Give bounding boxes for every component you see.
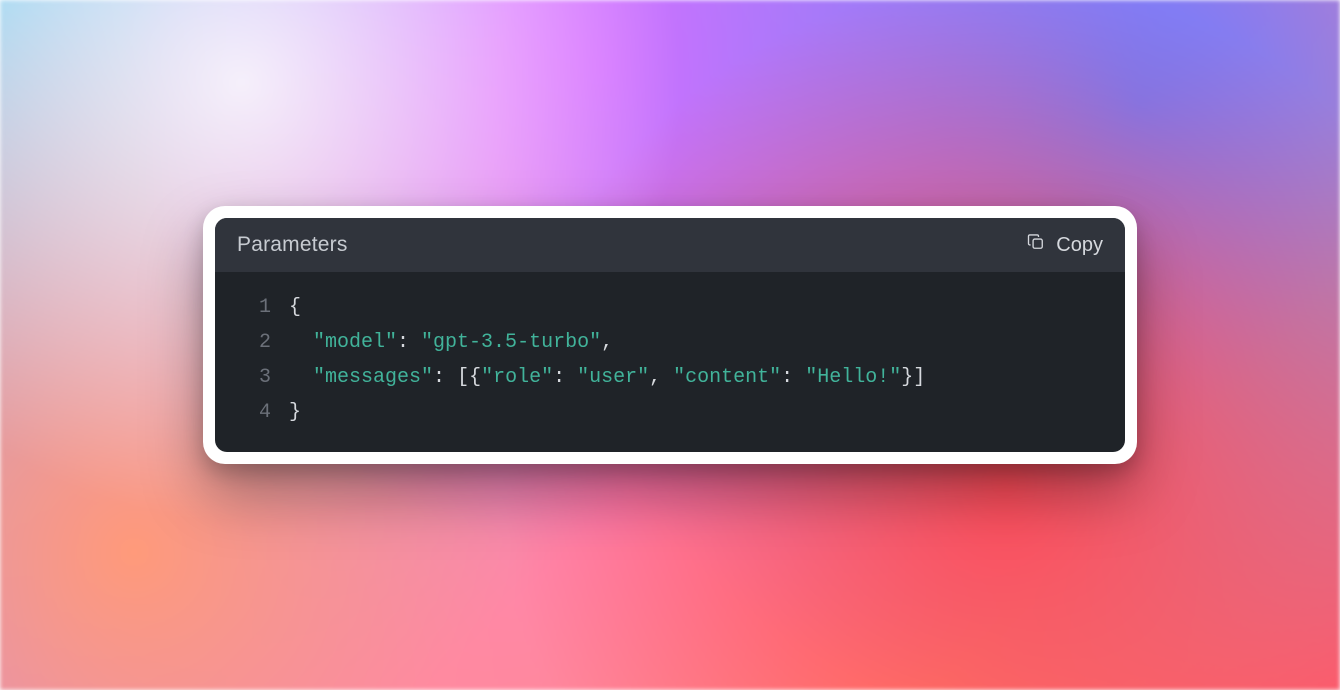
copy-icon (1026, 232, 1046, 258)
code-token: }] (901, 366, 925, 389)
code-line: 2 "model": "gpt-3.5-turbo", (237, 325, 1103, 360)
code-token: } (289, 401, 301, 424)
code-token: : (397, 331, 421, 354)
code-token (289, 331, 313, 354)
code-token: "content" (673, 366, 781, 389)
code-line: 4} (237, 395, 1103, 430)
code-token: : (781, 366, 805, 389)
code-token: "gpt-3.5-turbo" (421, 331, 601, 354)
code-token: [{ (457, 366, 481, 389)
code-line: 1{ (237, 290, 1103, 325)
code-token: "messages" (313, 366, 433, 389)
code-card: Parameters Copy 1{2 "model": "gpt-3.5-tu… (203, 206, 1137, 464)
copy-button-label: Copy (1056, 234, 1103, 257)
code-token: { (289, 296, 301, 319)
code-token (289, 366, 313, 389)
code-token: : (433, 366, 457, 389)
code-token: "model" (313, 331, 397, 354)
code-content: { (289, 290, 301, 325)
line-number: 2 (237, 325, 271, 360)
code-panel: Parameters Copy 1{2 "model": "gpt-3.5-tu… (215, 218, 1125, 452)
code-content: } (289, 395, 301, 430)
code-token: , (649, 366, 673, 389)
line-number: 1 (237, 290, 271, 325)
line-number: 3 (237, 360, 271, 395)
panel-header: Parameters Copy (215, 218, 1125, 272)
code-token: : (553, 366, 577, 389)
line-number: 4 (237, 395, 271, 430)
code-token: "Hello!" (805, 366, 901, 389)
code-line: 3 "messages": [{"role": "user", "content… (237, 360, 1103, 395)
code-content: "model": "gpt-3.5-turbo", (289, 325, 613, 360)
code-token: , (601, 331, 613, 354)
code-token: "role" (481, 366, 553, 389)
code-content: "messages": [{"role": "user", "content":… (289, 360, 925, 395)
code-block[interactable]: 1{2 "model": "gpt-3.5-turbo",3 "messages… (215, 272, 1125, 452)
stage: Parameters Copy 1{2 "model": "gpt-3.5-tu… (0, 0, 1340, 690)
copy-button[interactable]: Copy (1026, 232, 1103, 258)
code-token: "user" (577, 366, 649, 389)
panel-title: Parameters (237, 233, 348, 257)
